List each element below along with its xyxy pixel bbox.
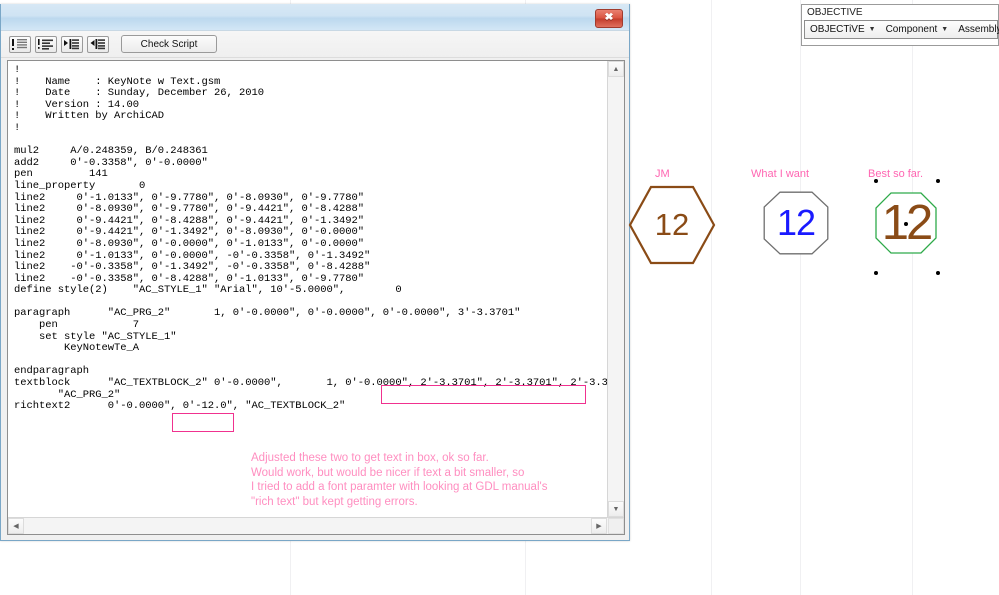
show-errors-icon[interactable]	[9, 35, 31, 53]
objective-panel: OBJECTIVE OBJECTiVE ▼ Component ▼ Assemb…	[801, 4, 999, 46]
list-lines-glyph	[38, 38, 54, 50]
scroll-up-icon[interactable]: ▲	[608, 61, 624, 77]
list-lines-icon[interactable]	[35, 35, 57, 53]
selection-handle[interactable]	[936, 179, 940, 183]
selection-handle[interactable]	[874, 179, 878, 183]
close-glyph: ✖	[604, 12, 614, 23]
octagon-number: 12	[776, 202, 816, 243]
scroll-down-icon[interactable]: ▼	[608, 501, 624, 517]
indent-right-glyph	[64, 38, 80, 50]
check-script-button[interactable]: Check Script	[121, 35, 217, 53]
gdl-script-window: ✖ Check Script ! ! Name: KeyNote w Text…	[0, 4, 630, 541]
background-gridline	[800, 0, 801, 595]
indent-right-icon[interactable]	[61, 35, 83, 53]
highlight-box-textblock-values	[381, 385, 586, 404]
indent-left-icon[interactable]	[87, 35, 109, 53]
script-toolbar: Check Script	[1, 31, 629, 58]
selection-handle-center[interactable]	[904, 222, 908, 226]
screen-root: ✖ Check Script ! ! Name: KeyNote w Text…	[0, 0, 999, 595]
shape-label-what-i-want: What I want	[751, 168, 810, 180]
objective-menu-assembly-label: Assembly	[958, 24, 999, 35]
objective-toolbar: OBJECTiVE ▼ Component ▼ Assembly ▼	[804, 20, 999, 39]
horizontal-scrollbar[interactable]: ◀ ▶	[8, 517, 624, 534]
objective-menu-objective[interactable]: OBJECTiVE ▼	[805, 24, 881, 35]
highlight-box-richtext-value	[172, 413, 234, 432]
pink-annotation-text: Adjusted these two to get text in box, o…	[251, 452, 548, 508]
show-errors-glyph	[12, 38, 28, 50]
vertical-scrollbar[interactable]: ▲ ▼	[607, 61, 624, 517]
window-titlebar[interactable]: ✖	[1, 4, 629, 31]
objective-menu-objective-label: OBJECTiVE	[810, 24, 865, 35]
objective-menu-component[interactable]: Component ▼	[881, 24, 954, 35]
objective-menu-assembly[interactable]: Assembly ▼	[953, 24, 999, 35]
code-scroll-area[interactable]: ! ! Name : KeyNote w Text.gsm ! Date : S…	[8, 61, 607, 517]
scroll-right-icon[interactable]: ▶	[591, 518, 607, 534]
selection-handle[interactable]	[936, 271, 940, 275]
objective-menu-component-label: Component	[885, 24, 938, 35]
resize-grip-icon[interactable]	[608, 518, 624, 534]
chevron-down-icon: ▼	[941, 26, 949, 33]
selection-handle[interactable]	[874, 271, 878, 275]
hexagon-number: 12	[654, 207, 690, 242]
close-icon[interactable]: ✖	[595, 9, 623, 28]
background-gridline	[711, 0, 712, 595]
shape-hexagon-jm[interactable]: 12	[627, 184, 717, 266]
chevron-down-icon: ▼	[868, 26, 876, 33]
shape-octagon-what-i-want[interactable]: 12	[763, 191, 829, 255]
objective-title: OBJECTIVE	[807, 7, 863, 18]
gdl-code-text[interactable]: ! ! Name : KeyNote w Text.gsm ! Date : S…	[8, 61, 607, 413]
shape-label-jm: JM	[655, 168, 670, 180]
indent-left-glyph	[90, 38, 106, 50]
scroll-left-icon[interactable]: ◀	[8, 518, 24, 534]
background-gridline	[912, 0, 913, 595]
